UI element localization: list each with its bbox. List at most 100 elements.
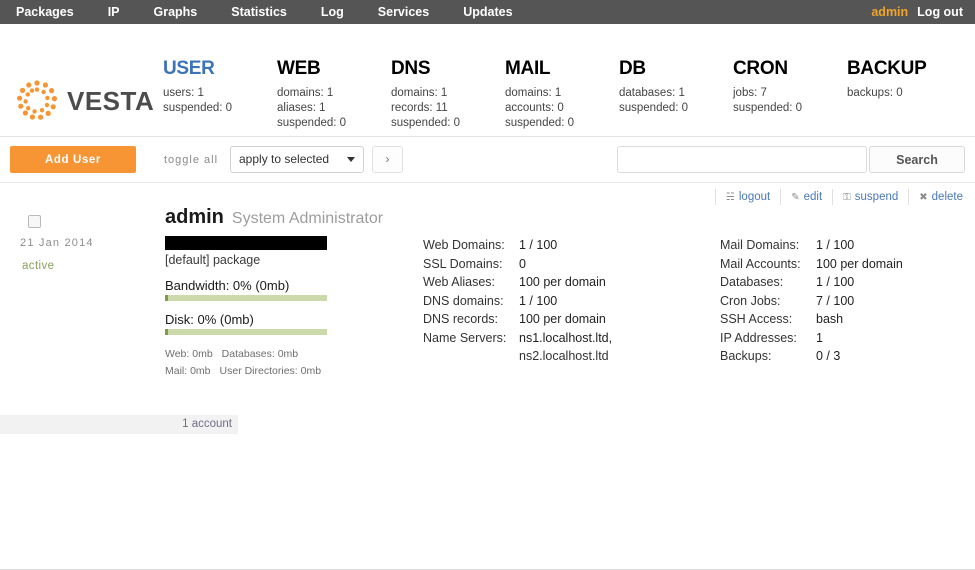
stat-tab-db[interactable]: DB databases: 1 suspended: 0 [619,58,733,131]
nav-item-ip[interactable]: IP [91,0,137,24]
detail-key: IP Addresses: [720,330,797,345]
detail-row: Mail Accounts: 100 per domain [720,255,903,274]
action-logout[interactable]: ☵ logout [714,189,780,205]
nav-item-updates[interactable]: Updates [446,0,529,24]
search-input[interactable] [617,146,867,173]
detail-row: Backups: 0 / 3 [720,347,903,366]
record-name-line: admin System Administrator [165,206,415,229]
add-user-button[interactable]: Add User [10,146,136,173]
detail-key: DNS records: [423,312,499,326]
detail-key: Web Aliases: [423,275,496,289]
detail-row: IP Addresses: 1 [720,329,903,348]
stat-tab-line: aliases: 1 [277,102,326,114]
bandwidth-label: Bandwidth: 0% (0mb) [165,278,290,293]
username[interactable]: admin [165,206,224,229]
stat-tab-line: databases: 1 [619,87,685,99]
stat-tab-web[interactable]: WEB domains: 1 aliases: 1 suspended: 0 [277,58,391,131]
status-badge: active [22,260,55,272]
detail-key: SSH Access: [720,312,793,326]
nav-item-packages[interactable]: Packages [0,0,91,24]
detail-value: 100 per domain [519,275,606,289]
detail-value: 1 / 100 [519,293,558,308]
usage-breakdown: Web: 0mb Databases: 0mb Mail: 0mb User Dir… [165,346,415,380]
record-details-right: Mail Domains: 1 / 100 Mail Accounts: 100 pe… [720,236,903,366]
logout-icon: ☵ [725,191,735,203]
action-label: logout [738,191,771,203]
detail-value: 7 / 100 [816,293,855,308]
usage-databases: Databases: 0mb [221,348,299,360]
nav-item-services[interactable]: Services [361,0,446,24]
detail-value: 0 / 3 [816,349,841,363]
nav-item-graphs[interactable]: Graphs [137,0,215,24]
bandwidth-meter [165,295,327,301]
usage-mail: Mail: 0mb [165,365,211,377]
top-nav-account-area: admin Log out [871,0,963,24]
nav-item-statistics[interactable]: Statistics [214,0,304,24]
stat-tab-title: BACKUP [847,58,927,79]
vesta-dots-logo-icon [14,78,60,124]
current-user-link[interactable]: admin [871,0,908,24]
stat-tab-line: suspended: 0 [277,117,347,129]
stat-tab-title: WEB [277,58,321,79]
detail-key: Mail Accounts: [720,256,801,271]
record-main-column: admin System Administrator [default] pac… [165,206,415,380]
stat-tab-line: suspended: 0 [619,102,689,114]
detail-key: Databases: [720,275,784,289]
delete-icon: ✖ [919,191,928,203]
action-label: delete [931,191,963,203]
action-label: suspend [854,191,899,203]
apply-to-selected-select[interactable]: apply to selected [230,146,364,173]
disk-label: Disk: 0% (0mb) [165,312,254,327]
detail-value: ns1.localhost.ltd, [519,330,613,345]
stat-tab-line: suspended: 0 [163,102,233,114]
apply-go-button[interactable]: › [372,146,403,173]
detail-row: Cron Jobs: 7 / 100 [720,292,903,311]
detail-value: 1 / 100 [519,238,558,252]
search-button[interactable]: Search [869,146,965,173]
stat-tab-title: CRON [733,58,788,79]
usage-web: Web: 0mb [165,348,213,360]
detail-row: Name Servers: ns1.localhost.ltd, [423,329,612,348]
header-panel: VESTA USER users: 1 suspended: 0 WEB domains… [0,24,975,153]
redacted-email-bar [165,236,327,250]
suspend-icon: ⚿ [843,191,851,203]
detail-value: 1 / 100 [816,238,855,252]
stat-tab-line: suspended: 0 [505,117,575,129]
action-suspend[interactable]: ⚿ suspend [832,189,908,205]
stat-tab-backup[interactable]: BACKUP backups: 0 [847,58,961,131]
stat-tabs: USER users: 1 suspended: 0 WEB domains: 1 ali… [163,58,961,131]
stat-tab-line: records: 11 [391,102,448,114]
stat-tab-mail[interactable]: MAIL domains: 1 accounts: 0 suspended: 0 [505,58,619,131]
apply-to-selected-value: apply to selected [239,152,330,166]
stat-tab-line: jobs: 7 [733,87,767,99]
detail-value: bash [816,312,844,326]
stat-tab-line: suspended: 0 [391,117,461,129]
account-count: 1 account [0,415,238,434]
user-fullname: System Administrator [231,210,384,227]
toolbar: Add User toggle all apply to selected › … [0,137,975,183]
stat-tab-dns[interactable]: DNS domains: 1 records: 11 suspended: 0 [391,58,505,131]
nav-item-log[interactable]: Log [304,0,361,24]
action-edit[interactable]: ✎ edit [780,189,832,205]
detail-key: Cron Jobs: [720,293,781,308]
stat-tab-line: domains: 1 [505,87,562,99]
edit-icon: ✎ [791,191,800,203]
action-delete[interactable]: ✖ delete [908,189,975,205]
select-row-checkbox[interactable] [28,215,41,228]
detail-key: SSL Domains: [423,256,503,271]
detail-key: Mail Domains: [720,238,800,252]
detail-value: 100 per domain [519,312,606,326]
logout-link[interactable]: Log out [917,0,963,24]
stat-tab-user[interactable]: USER users: 1 suspended: 0 [163,58,277,131]
action-label: edit [803,191,823,203]
vesta-logo[interactable]: VESTA [14,78,154,124]
stat-tab-cron[interactable]: CRON jobs: 7 suspended: 0 [733,58,847,131]
stat-tab-line: accounts: 0 [505,102,564,114]
detail-value: 1 / 100 [816,275,855,289]
disk-meter-fill [165,329,168,335]
detail-row: Databases: 1 / 100 [720,273,903,292]
nameserver-secondary: ns2.localhost.ltd [519,349,609,363]
disk-meter [165,329,327,335]
detail-key: Web Domains: [423,238,505,252]
toggle-all-link[interactable]: toggle all [164,154,218,166]
